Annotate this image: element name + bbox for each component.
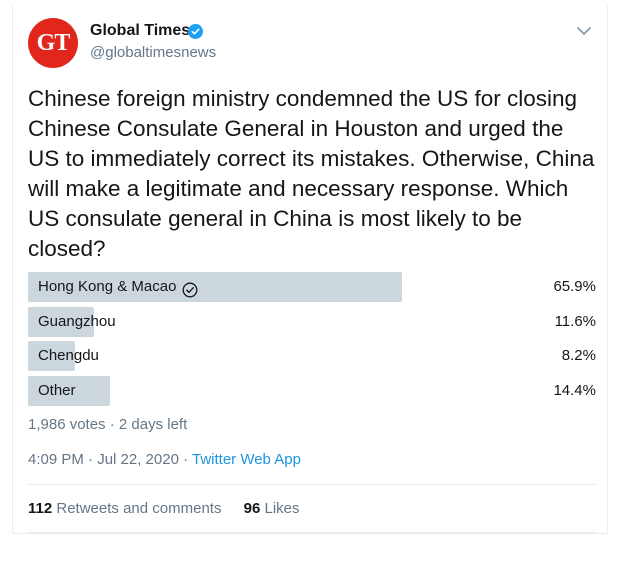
poll-option-text: Chengdu [38,347,99,364]
poll-option-percent: 65.9% [553,278,596,295]
poll-option-percent: 11.6% [554,313,596,330]
tweet-text: Chinese foreign ministry condemned the U… [28,86,595,261]
checkmark-circle-icon [182,279,198,298]
poll-option-label: Other [38,376,76,406]
retweets-count: 112 [28,500,53,517]
tweet-stats: 112 Retweets and comments 96 Likes [28,500,318,517]
poll-meta: 1,986 votes · 2 days left [28,416,188,433]
source-link[interactable]: Twitter Web App [192,451,301,468]
avatar[interactable]: GT [28,18,78,68]
verified-badge-icon [188,24,203,39]
poll-option-label: Hong Kong & Macao [38,272,198,302]
chevron-down-icon[interactable] [576,24,592,36]
likes-count: 96 [243,500,261,517]
poll-option-text: Hong Kong & Macao [38,278,177,295]
poll-option-percent: 14.4% [553,382,596,399]
poll-option-text: Guangzhou [38,313,116,330]
retweets-stat[interactable]: 112 Retweets and comments [28,500,221,517]
poll-option[interactable]: Chengdu 8.2% [28,341,596,371]
divider [28,484,596,485]
retweets-label: Retweets and comments [56,500,222,517]
poll-option-label: Chengdu [38,341,99,371]
poll-option[interactable]: Guangzhou 11.6% [28,307,596,337]
user-handle[interactable]: @globaltimesnews [90,44,216,61]
avatar-logo-text: GT [36,29,71,56]
likes-label: Likes [264,500,300,517]
tweet-timestamp: 4:09 PM · Jul 22, 2020 · Twitter Web App [28,451,301,468]
likes-stat[interactable]: 96 Likes [244,500,300,517]
timestamp-text[interactable]: 4:09 PM · Jul 22, 2020 · [28,451,192,468]
poll-option-label: Guangzhou [38,307,116,337]
display-name[interactable]: Global Times [90,22,190,40]
poll-option[interactable]: Hong Kong & Macao 65.9% [28,272,596,302]
poll-option-text: Other [38,382,76,399]
poll-option-percent: 8.2% [561,347,596,364]
poll-option[interactable]: Other 14.4% [28,376,596,406]
divider [28,532,596,533]
